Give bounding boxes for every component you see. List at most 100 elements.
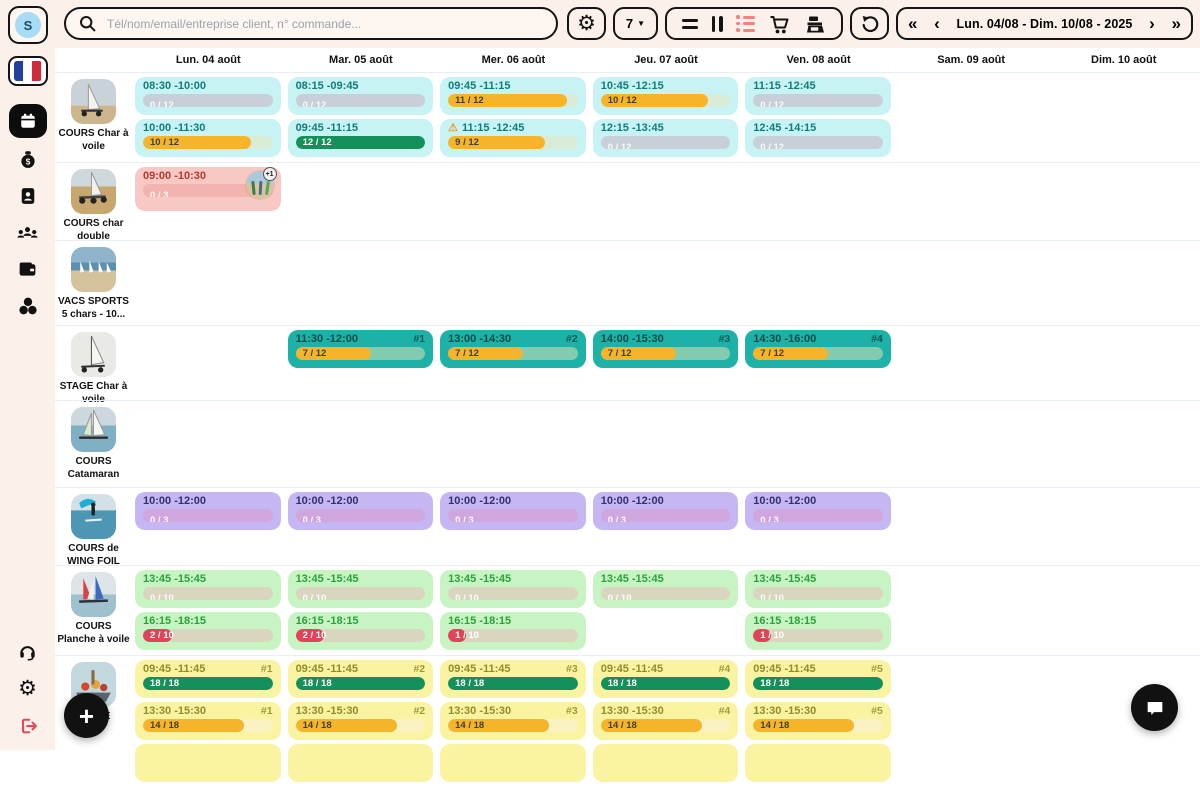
columns-view-icon[interactable] <box>712 16 723 32</box>
slot-card[interactable]: ⚠11:15 -12:459 / 12 <box>440 119 586 157</box>
slot-count: 0 / 3 <box>143 190 169 197</box>
slot-card[interactable]: 11:15 -12:450 / 12 <box>745 77 891 115</box>
resource-row-wing: COURS de WING FOIL10:00 -12:000 / 310:00… <box>55 487 1200 565</box>
resource-cell[interactable]: STAGE Char à voile <box>55 332 132 406</box>
slot-time: 13:30 -15:30 <box>601 705 664 717</box>
capacity-fill: 14 / 18 <box>296 719 397 732</box>
slot-card[interactable]: 10:00 -11:3010 / 12 <box>135 119 281 157</box>
user-avatar-button[interactable]: S <box>8 6 48 44</box>
slot-card[interactable]: 13:30 -15:30#214 / 18 <box>288 702 434 740</box>
capacity-bar: 0 / 10 <box>601 587 731 600</box>
next-day-icon[interactable]: › <box>1149 15 1155 32</box>
capacity-fill: 14 / 18 <box>601 719 702 732</box>
sidebar-item-payments[interactable]: $ <box>0 148 55 170</box>
sidebar-item-support[interactable] <box>0 641 55 662</box>
reset-button[interactable] <box>850 7 889 40</box>
badge-count: +1 <box>263 167 277 181</box>
slot-count: 18 / 18 <box>753 678 789 689</box>
list-view-icon-active[interactable] <box>736 15 755 32</box>
slot-card[interactable]: 10:45 -12:1510 / 12 <box>593 77 739 115</box>
days-count-select[interactable]: 7▼ <box>613 7 658 40</box>
extra-resource-badge[interactable]: +1 <box>246 171 274 199</box>
slot-card[interactable]: 08:30 -10:000 / 12 <box>135 77 281 115</box>
resource-cell[interactable]: COURS Planche à voile <box>55 572 132 646</box>
capacity-bar: 18 / 18 <box>601 677 731 690</box>
slot-card[interactable]: 13:45 -15:450 / 10 <box>745 570 891 608</box>
capacity-bar: 0 / 3 <box>296 509 426 522</box>
capacity-bar: 18 / 18 <box>753 677 883 690</box>
slot-card[interactable]: 16:15 -18:152 / 10 <box>135 612 281 650</box>
slot-card[interactable]: 13:30 -15:30#314 / 18 <box>440 702 586 740</box>
planche-photo <box>71 572 116 617</box>
resource-cell[interactable]: COURS Char à voile <box>55 79 132 153</box>
sidebar-item-settings[interactable]: ⚙ <box>0 678 55 699</box>
slot-card[interactable]: 16:15 -18:151 / 10 <box>440 612 586 650</box>
cash-register-icon[interactable] <box>804 13 826 35</box>
slot-card[interactable]: 13:45 -15:450 / 10 <box>135 570 281 608</box>
resource-row-vacs: VACS SPORTS 5 chars - 10... <box>55 240 1200 325</box>
slot-card[interactable]: 09:00 -10:30 0 / 3 +1 <box>135 167 281 211</box>
prev-week-icon[interactable]: « <box>908 15 917 32</box>
resource-cell[interactable]: COURS Catamaran <box>55 407 132 481</box>
settings-gear-icon: ⚙ <box>18 678 37 699</box>
slot-card[interactable]: 16:15 -18:151 / 10 <box>745 612 891 650</box>
slot-card[interactable]: 13:45 -15:450 / 10 <box>288 570 434 608</box>
display-settings-button[interactable]: ⚙ <box>567 7 606 40</box>
slot-count: 14 / 18 <box>753 720 789 731</box>
slot-card[interactable]: 10:00 -12:000 / 3 <box>745 492 891 530</box>
slot-card[interactable]: 09:45 -11:45#118 / 18 <box>135 660 281 698</box>
day-header: Mar. 05 août <box>285 48 438 72</box>
slot-card[interactable]: 13:45 -15:450 / 10 <box>593 570 739 608</box>
slot-card[interactable]: 13:30 -15:30#114 / 18 <box>135 702 281 740</box>
day-header: Ven. 08 août <box>742 48 895 72</box>
slot-card[interactable]: 10:00 -12:000 / 3 <box>593 492 739 530</box>
rows-view-icon[interactable] <box>682 19 698 29</box>
slot-card[interactable]: 09:45 -11:45#318 / 18 <box>440 660 586 698</box>
sidebar-item-groups[interactable] <box>0 222 55 245</box>
sidebar-item-clients[interactable] <box>0 186 55 206</box>
slot-card[interactable]: 12:45 -14:150 / 12 <box>745 119 891 157</box>
add-booking-fab[interactable]: + <box>64 693 109 738</box>
resource-cell[interactable]: COURS char double <box>55 169 132 243</box>
france-flag-icon <box>8 56 48 86</box>
slot-card[interactable]: 10:00 -12:000 / 3 <box>135 492 281 530</box>
chat-fab[interactable] <box>1131 684 1178 731</box>
slot-card[interactable]: 12:15 -13:450 / 12 <box>593 119 739 157</box>
slot-time: 09:45 -11:15 <box>296 122 358 134</box>
slot-card[interactable]: 09:45 -11:45#518 / 18 <box>745 660 891 698</box>
capacity-bar: 0 / 10 <box>753 587 883 600</box>
vacs-photo <box>71 247 116 292</box>
cart-icon[interactable] <box>768 13 790 35</box>
slot-card[interactable]: 08:15 -09:450 / 12 <box>288 77 434 115</box>
slot-card[interactable]: 13:00 -14:30#27 / 12 <box>440 330 586 368</box>
slot-card[interactable]: 11:30 -12:00#17 / 12 <box>288 330 434 368</box>
slot-card[interactable]: 13:30 -15:30#414 / 18 <box>593 702 739 740</box>
prev-day-icon[interactable]: ‹ <box>934 15 940 32</box>
slot-card[interactable]: 14:00 -15:30#37 / 12 <box>593 330 739 368</box>
sidebar-item-language[interactable] <box>0 56 55 86</box>
slot-time: 09:00 -10:30 <box>143 170 206 182</box>
slot-card[interactable]: 09:45 -11:1511 / 12 <box>440 77 586 115</box>
resource-cell[interactable]: VACS SPORTS 5 chars - 10... <box>55 247 132 321</box>
resource-cell[interactable]: COURS de WING FOIL <box>55 494 132 568</box>
slot-time: 13:45 -15:45 <box>143 573 206 585</box>
sidebar-item-resources[interactable] <box>0 295 55 317</box>
capacity-fill: 7 / 12 <box>601 347 676 360</box>
slot-card[interactable]: 09:45 -11:45#418 / 18 <box>593 660 739 698</box>
next-week-icon[interactable]: » <box>1172 15 1181 32</box>
slot-card[interactable]: 13:45 -15:450 / 10 <box>440 570 586 608</box>
search-icon <box>78 14 97 33</box>
sidebar-item-calendar[interactable] <box>0 104 55 138</box>
slot-card[interactable]: 10:00 -12:000 / 3 <box>288 492 434 530</box>
slot-card[interactable]: 10:00 -12:000 / 3 <box>440 492 586 530</box>
sidebar-item-logout[interactable] <box>0 716 55 736</box>
slot-card[interactable]: 14:30 -16:00#47 / 12 <box>745 330 891 368</box>
slot-card[interactable]: 09:45 -11:45#218 / 18 <box>288 660 434 698</box>
slot-card[interactable]: 16:15 -18:152 / 10 <box>288 612 434 650</box>
slot-count: 18 / 18 <box>143 678 179 689</box>
slot-card[interactable]: 09:45 -11:1512 / 12 <box>288 119 434 157</box>
search-input[interactable] <box>105 16 544 32</box>
resource-label: COURS Char à voile <box>56 128 132 153</box>
sidebar-item-wallet[interactable] <box>0 259 55 280</box>
slot-card[interactable]: 13:30 -15:30#514 / 18 <box>745 702 891 740</box>
